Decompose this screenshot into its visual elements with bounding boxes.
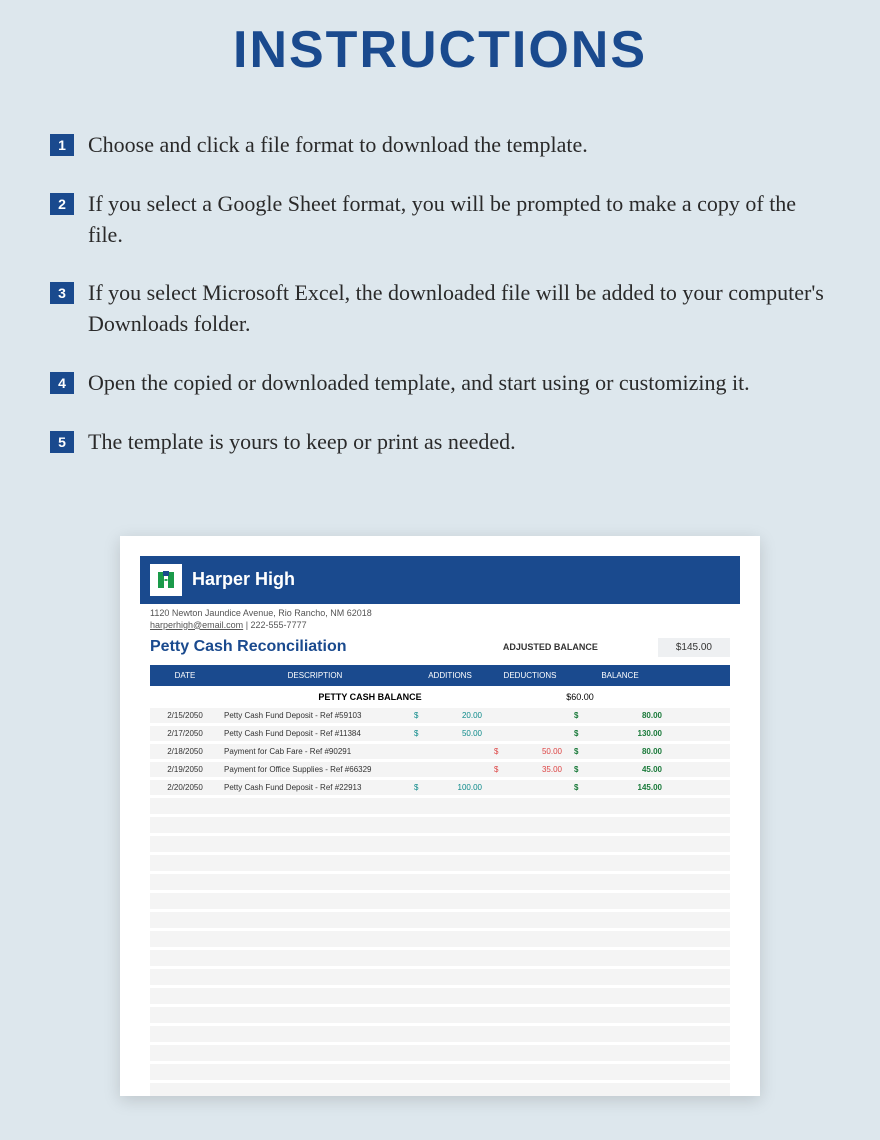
empty-row	[150, 798, 730, 814]
col-balance: BALANCE	[570, 671, 670, 680]
step-4: 4 Open the copied or downloaded template…	[50, 368, 830, 399]
logo-icon	[150, 564, 182, 596]
empty-row	[150, 855, 730, 871]
empty-row	[150, 817, 730, 833]
pcb-value: $60.00	[490, 692, 670, 702]
step-badge: 3	[50, 282, 74, 304]
step-text: Choose and click a file format to downlo…	[88, 130, 588, 161]
step-1: 1 Choose and click a file format to down…	[50, 130, 830, 161]
step-badge: 5	[50, 431, 74, 453]
table-row: 2/20/2050Petty Cash Fund Deposit - Ref #…	[150, 780, 730, 795]
step-text: The template is yours to keep or print a…	[88, 427, 516, 458]
sheet-title: Petty Cash Reconciliation	[150, 638, 503, 656]
step-text: If you select a Google Sheet format, you…	[88, 189, 830, 251]
empty-row	[150, 931, 730, 947]
empty-row	[150, 1083, 730, 1096]
petty-cash-balance-row: PETTY CASH BALANCE $60.00	[150, 686, 730, 708]
empty-row	[150, 969, 730, 985]
table-row: 2/18/2050Payment for Cab Fare - Ref #902…	[150, 744, 730, 759]
instructions-list: 1 Choose and click a file format to down…	[0, 80, 880, 506]
step-badge: 4	[50, 372, 74, 394]
brand-name: Harper High	[192, 569, 295, 590]
page-title: INSTRUCTIONS	[0, 0, 880, 80]
empty-row	[150, 874, 730, 890]
empty-row	[150, 1064, 730, 1080]
empty-row	[150, 836, 730, 852]
empty-row	[150, 950, 730, 966]
phone: 222-555-7777	[251, 620, 307, 630]
address-line: 1120 Newton Jaundice Avenue, Rio Rancho,…	[150, 608, 730, 618]
step-badge: 2	[50, 193, 74, 215]
empty-row	[150, 1007, 730, 1023]
preview-banner: Harper High	[140, 556, 740, 604]
step-5: 5 The template is yours to keep or print…	[50, 427, 830, 458]
empty-row	[150, 1045, 730, 1061]
step-3: 3 If you select Microsoft Excel, the dow…	[50, 278, 830, 340]
step-text: If you select Microsoft Excel, the downl…	[88, 278, 830, 340]
template-preview: Harper High 1120 Newton Jaundice Avenue,…	[120, 536, 760, 1096]
step-text: Open the copied or downloaded template, …	[88, 368, 750, 399]
empty-row	[150, 988, 730, 1004]
step-2: 2 If you select a Google Sheet format, y…	[50, 189, 830, 251]
table-row: 2/19/2050Payment for Office Supplies - R…	[150, 762, 730, 777]
empty-row	[150, 1026, 730, 1042]
pcb-label: PETTY CASH BALANCE	[150, 692, 490, 702]
adjusted-balance-value: $145.00	[658, 638, 730, 657]
adjusted-balance-label: ADJUSTED BALANCE	[503, 642, 598, 652]
table-row: 2/17/2050Petty Cash Fund Deposit - Ref #…	[150, 726, 730, 741]
col-description: DESCRIPTION	[220, 671, 410, 680]
table-row: 2/15/2050Petty Cash Fund Deposit - Ref #…	[150, 708, 730, 723]
subheader: Petty Cash Reconciliation ADJUSTED BALAN…	[150, 638, 730, 657]
email: harperhigh@email.com	[150, 620, 243, 630]
col-additions: ADDITIONS	[410, 671, 490, 680]
table-header: DATE DESCRIPTION ADDITIONS DEDUCTIONS BA…	[150, 665, 730, 686]
empty-row	[150, 912, 730, 928]
step-badge: 1	[50, 134, 74, 156]
contact-line: harperhigh@email.com | 222-555-7777	[150, 620, 730, 630]
col-date: DATE	[150, 671, 220, 680]
empty-row	[150, 893, 730, 909]
col-deductions: DEDUCTIONS	[490, 671, 570, 680]
